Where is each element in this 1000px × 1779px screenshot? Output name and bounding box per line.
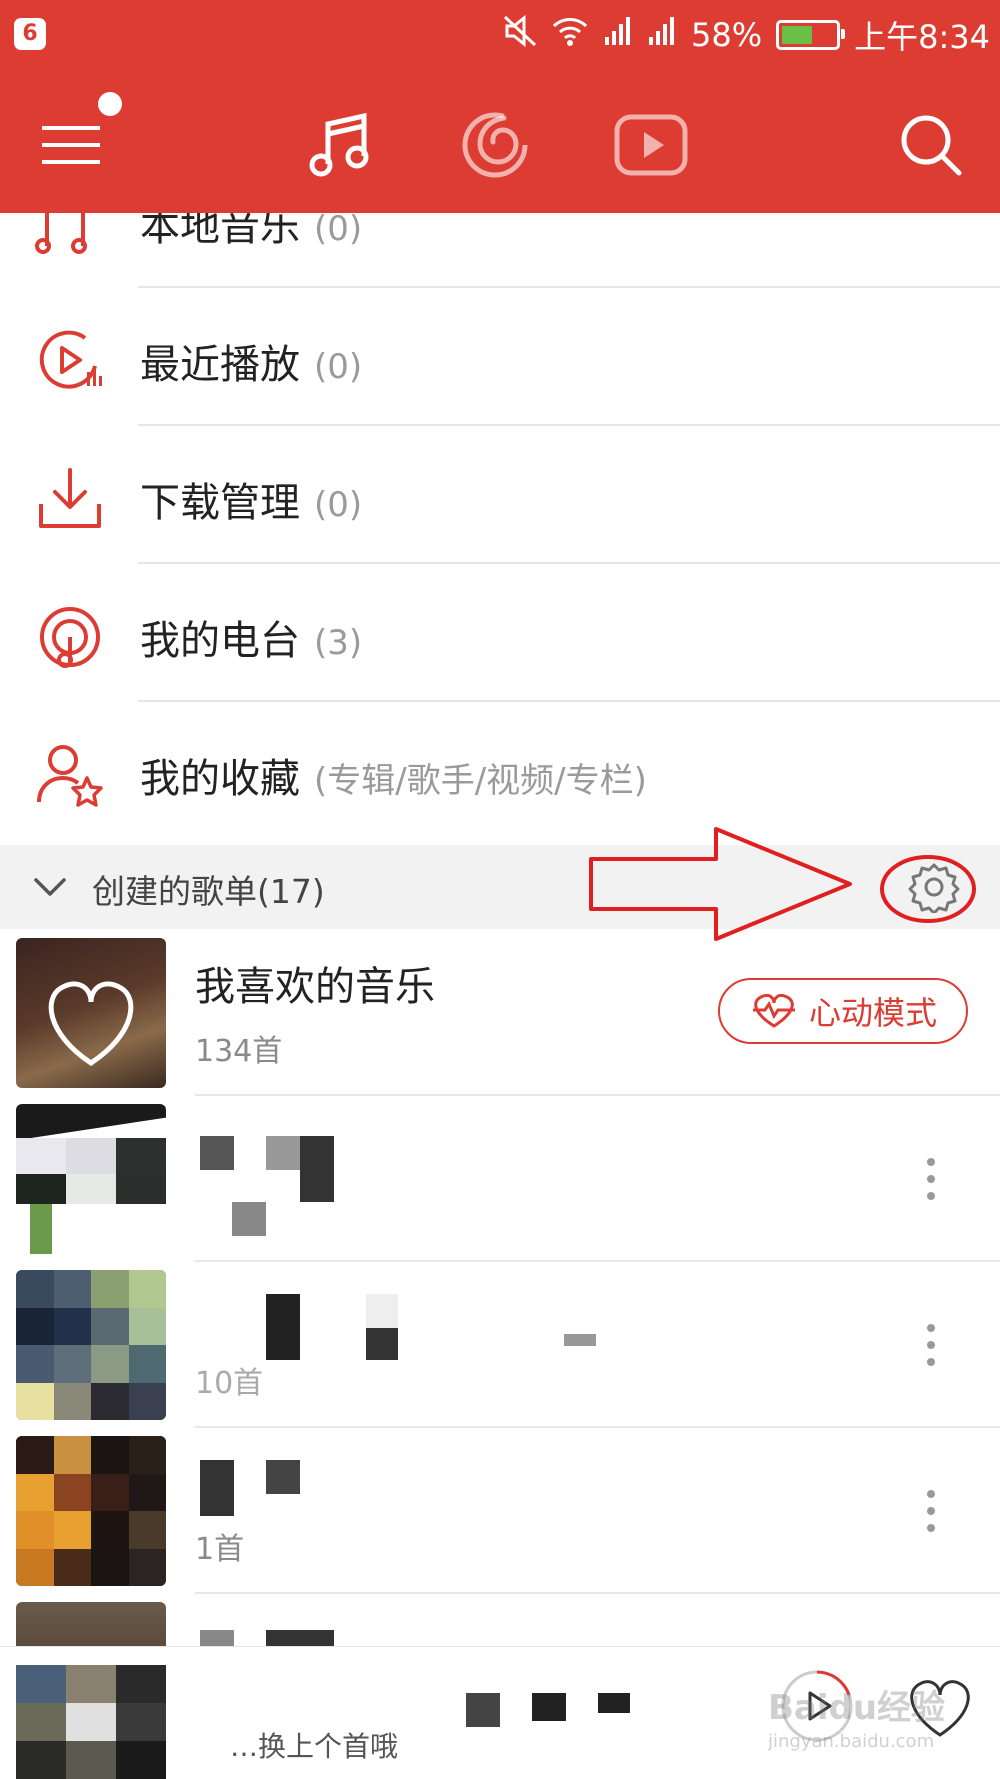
heart-icon: [48, 981, 134, 1067]
more-options-icon[interactable]: [924, 1156, 938, 1202]
playlist-cover: [16, 1270, 166, 1420]
playlist-count: 134首: [195, 1034, 283, 1069]
battery-percent: 58%: [691, 16, 763, 54]
redacted-block: [200, 1136, 234, 1170]
redacted-block: [232, 1202, 266, 1236]
playlist-count: 10首: [195, 1366, 264, 1401]
netease-logo-icon: [462, 112, 528, 178]
playlist-name: 我喜欢的音乐: [195, 964, 435, 1010]
battery-icon: [776, 20, 846, 50]
redacted-block: [564, 1334, 596, 1346]
playlist-row[interactable]: 10首: [0, 1262, 1000, 1428]
playlist-cover: [16, 1436, 166, 1586]
now-playing-cover: [16, 1665, 166, 1779]
redacted-block: [466, 1693, 500, 1727]
favorite-user-icon: [37, 745, 103, 807]
redacted-block: [366, 1328, 398, 1360]
status-bar: 6 58% 上午8:34: [0, 0, 1000, 70]
redacted-block: [200, 1630, 234, 1646]
heartbeat-mode-button[interactable]: 心动模式: [718, 978, 968, 1044]
music-note-icon: [309, 112, 369, 177]
download-icon: [39, 468, 101, 528]
redacted-block: [266, 1630, 334, 1646]
menu-item-favorites[interactable]: 我的收藏 (专辑/歌手/视频/专栏): [0, 702, 1000, 840]
menu-item-label: 最近播放 (0): [140, 342, 363, 388]
radio-icon: [40, 607, 100, 668]
redacted-block: [200, 1460, 234, 1516]
heartbeat-icon: [752, 994, 795, 1028]
watermark: Baidu经验 jingyan.baidu.com: [768, 1688, 946, 1752]
tab-my-music[interactable]: [296, 100, 386, 190]
playlist-cover: [16, 1104, 166, 1254]
chevron-down-icon[interactable]: [30, 867, 70, 907]
redacted-block: [300, 1136, 334, 1202]
menu-item-label: 我的收藏 (专辑/歌手/视频/专栏): [140, 756, 647, 802]
now-playing-title: …换上个首哦: [230, 1730, 399, 1763]
redacted-block: [266, 1294, 300, 1360]
tab-video[interactable]: [606, 100, 696, 190]
redacted-block: [266, 1136, 300, 1170]
menu-item-downloads[interactable]: 下载管理 (0): [0, 426, 1000, 564]
menu-item-recent[interactable]: 最近播放 (0): [0, 288, 1000, 426]
menu-item-radio[interactable]: 我的电台 (3): [0, 564, 1000, 702]
search-button[interactable]: [886, 100, 976, 190]
playlist-row[interactable]: [0, 1096, 1000, 1262]
annotation-arrow: [589, 827, 852, 941]
netease-notification-icon: 6: [14, 18, 46, 50]
more-options-icon[interactable]: [924, 1488, 938, 1534]
menu-icon: [42, 126, 100, 164]
status-icons: 58% 上午8:34: [503, 12, 990, 58]
redacted-block: [532, 1693, 566, 1721]
recent-play-icon: [39, 330, 102, 389]
signal-1-icon: [603, 15, 633, 55]
playlist-liked[interactable]: 我喜欢的音乐 134首 心动模式: [0, 930, 1000, 1096]
playlist-cover: [16, 938, 166, 1088]
heartbeat-mode-label: 心动模式: [808, 994, 937, 1032]
notification-dot: [98, 92, 122, 116]
wifi-icon: [551, 15, 589, 55]
redacted-block: [598, 1693, 630, 1713]
annotation-circle: [880, 855, 976, 923]
redacted-block: [266, 1460, 300, 1494]
menu-item-label: 下载管理 (0): [140, 480, 363, 526]
top-app-bar: 6 58% 上午8:34: [0, 0, 1000, 213]
playlist-row[interactable]: 1首: [0, 1428, 1000, 1594]
more-options-icon[interactable]: [924, 1322, 938, 1368]
section-title: 创建的歌单(17): [92, 872, 325, 911]
tab-discover[interactable]: [450, 100, 540, 190]
video-play-icon: [614, 114, 688, 176]
playlist-row[interactable]: [0, 1594, 1000, 1646]
menu-item-label: 我的电台 (3): [140, 618, 363, 664]
clock: 上午8:34: [854, 18, 990, 56]
search-icon: [901, 115, 962, 176]
playlist-cover: [16, 1602, 166, 1646]
main-nav: [0, 90, 1000, 200]
playlist-count: 1首: [195, 1532, 245, 1567]
mute-icon: [503, 14, 537, 55]
redacted-block: [366, 1294, 398, 1328]
signal-2-icon: [647, 15, 677, 55]
